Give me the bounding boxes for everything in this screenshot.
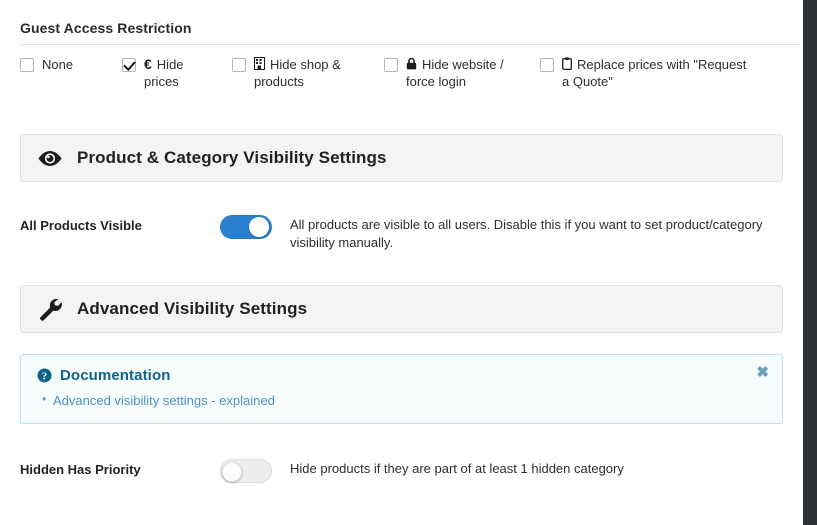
hidden-has-priority-row: Hidden Has Priority Hide products if the… (0, 459, 803, 483)
all-products-visible-label: All Products Visible (20, 218, 142, 233)
guest-access-hide-shop-products-checkbox[interactable] (232, 58, 246, 72)
documentation-links: Advanced visibility settings - explained (37, 391, 766, 409)
hidden-has-priority-toggle[interactable] (220, 459, 272, 483)
toggle-knob (249, 217, 269, 237)
clipboard-icon (562, 57, 572, 70)
svg-text:?: ? (42, 371, 47, 382)
euro-icon: € (144, 56, 152, 72)
advanced-visibility-header[interactable]: Advanced Visibility Settings (20, 285, 783, 333)
settings-page: Guest Access Restriction None € Hide pric… (0, 0, 803, 525)
documentation-link-advanced-visibility[interactable]: Advanced visibility settings - explained (53, 393, 275, 408)
hidden-has-priority-label: Hidden Has Priority (20, 462, 141, 477)
advanced-visibility-title: Advanced Visibility Settings (77, 299, 308, 318)
guest-access-replace-prices-request-quote-checkbox[interactable] (540, 58, 554, 72)
guest-access-none-checkbox[interactable] (20, 58, 34, 72)
shop-icon (254, 57, 265, 70)
guest-access-hide-shop-products[interactable]: Hide shop & products (232, 56, 356, 90)
question-circle-icon: ? (37, 368, 52, 383)
documentation-header: ? Documentation (37, 367, 766, 384)
guest-access-hide-prices-checkbox[interactable] (122, 58, 136, 72)
guest-access-replace-prices-request-quote[interactable]: Replace prices with "Request a Quote" (540, 56, 755, 90)
lock-icon (406, 57, 417, 70)
guest-access-hide-website-force-login[interactable]: Hide website / force login (384, 56, 512, 90)
toggle-knob (222, 462, 242, 482)
all-products-visible-toggle[interactable] (220, 215, 272, 239)
wrench-icon (37, 296, 63, 322)
right-edge-gutter (803, 0, 817, 525)
guest-access-restriction-title: Guest Access Restriction (20, 20, 192, 36)
close-icon[interactable]: ✖ (756, 365, 769, 380)
guest-access-hide-website-force-login-checkbox[interactable] (384, 58, 398, 72)
guest-access-hide-shop-products-label: Hide shop & products (254, 57, 341, 89)
documentation-callout: ✖ ? Documentation Advanced visibility se… (20, 354, 783, 424)
guest-access-options: None € Hide prices Hide shop & products H… (20, 45, 783, 90)
hidden-has-priority-description: Hide products if they are part of at lea… (290, 461, 624, 476)
eye-icon (37, 150, 63, 167)
product-category-visibility-header[interactable]: Product & Category Visibility Settings (20, 134, 783, 182)
all-products-visible-description: All products are visible to all users. D… (290, 217, 763, 250)
guest-access-replace-prices-request-quote-label: Replace prices with "Request a Quote" (562, 57, 747, 89)
guest-access-hide-prices[interactable]: € Hide prices (122, 56, 204, 90)
guest-access-hide-website-force-login-label: Hide website / force login (406, 57, 504, 89)
product-category-visibility-title: Product & Category Visibility Settings (77, 148, 387, 167)
all-products-visible-row: All Products Visible All products are vi… (0, 215, 803, 252)
documentation-title: Documentation (60, 367, 171, 384)
guest-access-none[interactable]: None (20, 56, 94, 73)
guest-access-none-label: None (42, 57, 74, 72)
guest-access-restriction-section: Guest Access Restriction None € Hide pric… (0, 0, 803, 90)
list-item: Advanced visibility settings - explained (42, 391, 766, 409)
